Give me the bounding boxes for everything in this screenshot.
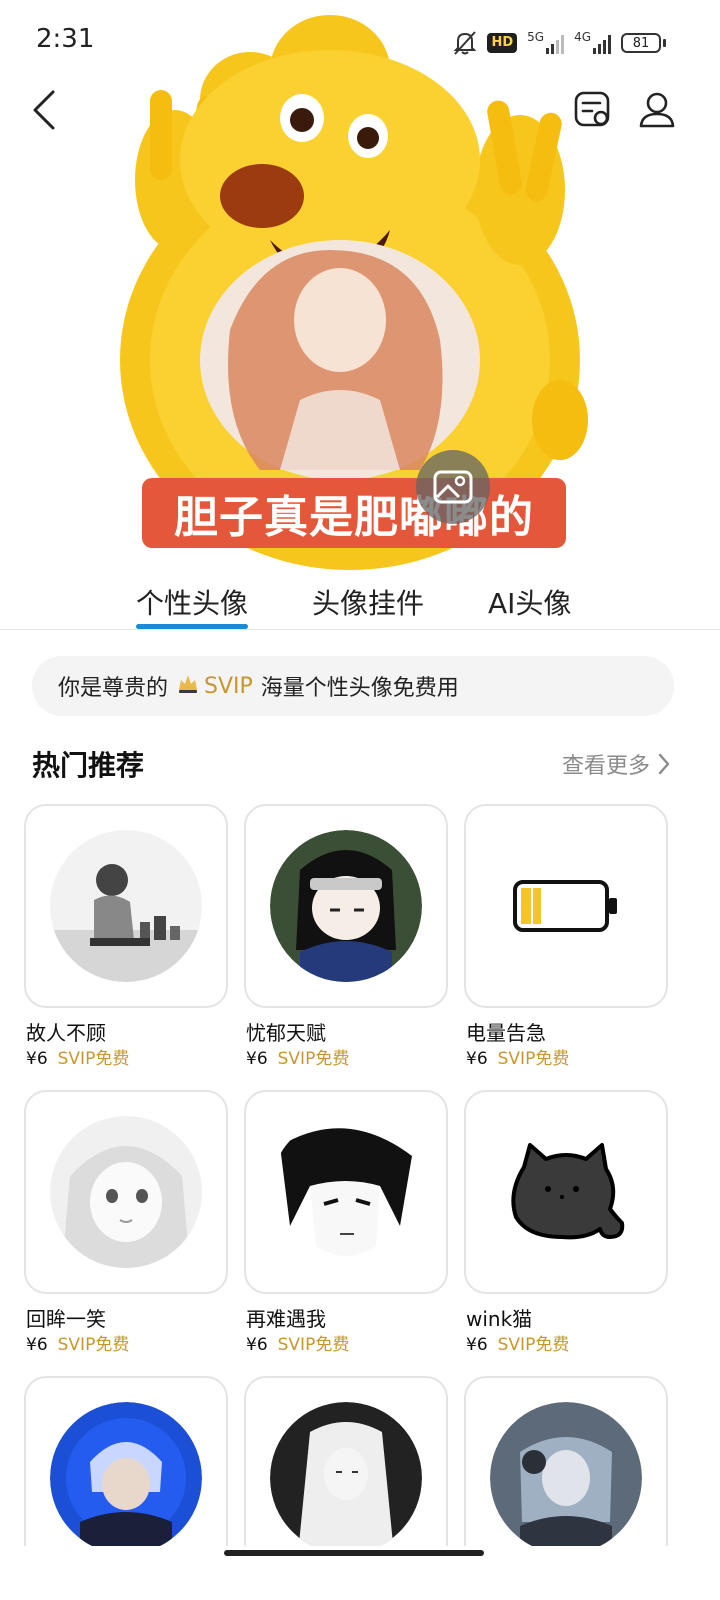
price-value: ¥6 (246, 1049, 268, 1069)
avatar-card[interactable] (244, 804, 448, 1008)
svip-free-label: SVIP免费 (57, 1335, 130, 1355)
svip-free-label: SVIP免费 (57, 1049, 130, 1069)
avatar-card[interactable] (24, 804, 228, 1008)
id-card-icon (574, 91, 610, 127)
top-bar (0, 80, 720, 140)
item-price: ¥6 SVIP免费 (26, 1044, 129, 1069)
signal-5g: 5G (527, 30, 565, 54)
avatar-thumbnail (270, 1116, 422, 1268)
item-name: 故人不顾 (26, 1021, 106, 1045)
item-price: ¥6 SVIP免费 (466, 1044, 569, 1069)
avatar-card[interactable] (244, 1376, 448, 1546)
price-value: ¥6 (246, 1335, 268, 1355)
svip-free-label: SVIP免费 (277, 1335, 350, 1355)
battery-tip (663, 39, 666, 47)
price-value: ¥6 (26, 1335, 48, 1355)
avatar-thumbnail (270, 830, 422, 982)
cat-sticker-icon (511, 1143, 625, 1240)
avatar-card[interactable] (464, 1376, 668, 1546)
svip-free-label: SVIP免费 (497, 1335, 570, 1355)
avatar-thumbnail (490, 1402, 642, 1546)
hd-badge: HD (487, 33, 518, 53)
user-profile-button[interactable] (632, 84, 682, 136)
price-value: ¥6 (26, 1049, 48, 1069)
low-battery-icon (513, 880, 617, 932)
item-price: ¥6 SVIP免费 (26, 1330, 129, 1355)
svip-free-label: SVIP免费 (277, 1049, 350, 1069)
avatar-card[interactable] (24, 1376, 228, 1546)
battery-indicator: 81 (621, 33, 666, 53)
preview-image-button[interactable] (416, 450, 490, 524)
signal-bars-icon (546, 32, 565, 54)
item-price: ¥6 SVIP免费 (466, 1330, 569, 1355)
chevron-left-icon (33, 90, 55, 130)
price-value: ¥6 (466, 1049, 488, 1069)
avatar-thumbnail (50, 830, 202, 982)
item-name: 再难遇我 (246, 1307, 326, 1331)
price-value: ¥6 (466, 1335, 488, 1355)
my-avatars-button[interactable] (568, 84, 618, 136)
hero-banner: 胆子真是肥嘟嘟的 2:31 HD 5G 4G 81 (0, 0, 720, 580)
item-name: wink猫 (466, 1307, 533, 1331)
svip-free-label: SVIP免费 (497, 1049, 570, 1069)
status-bar: 2:31 HD 5G 4G 81 (0, 0, 720, 80)
signal-4g: 4G (574, 30, 611, 54)
mute-bell-icon (453, 30, 477, 56)
back-button[interactable] (20, 84, 68, 136)
avatar-card[interactable] (244, 1090, 448, 1294)
image-icon (433, 470, 473, 504)
avatar-thumbnail (50, 1116, 202, 1268)
avatar-card[interactable] (24, 1090, 228, 1294)
status-icons: HD 5G 4G 81 (453, 28, 666, 58)
avatar-thumbnail (50, 1402, 202, 1546)
status-time: 2:31 (36, 24, 95, 54)
net-label-4g: 4G (574, 30, 591, 44)
avatar-thumbnail (270, 1402, 422, 1546)
item-name: 忧郁天赋 (246, 1021, 326, 1045)
signal-bars-icon (593, 32, 611, 54)
battery-level: 81 (621, 33, 661, 53)
avatar-card[interactable] (464, 1090, 668, 1294)
user-icon (639, 92, 675, 128)
item-name: 回眸一笑 (26, 1307, 106, 1331)
avatar-card[interactable] (464, 804, 668, 1008)
item-name: 电量告急 (466, 1021, 546, 1045)
home-indicator[interactable] (224, 1550, 484, 1556)
item-price: ¥6 SVIP免费 (246, 1044, 349, 1069)
net-label-5g: 5G (527, 30, 545, 44)
item-price: ¥6 SVIP免费 (246, 1330, 349, 1355)
hero-caption: 胆子真是肥嘟嘟的 (142, 478, 566, 548)
